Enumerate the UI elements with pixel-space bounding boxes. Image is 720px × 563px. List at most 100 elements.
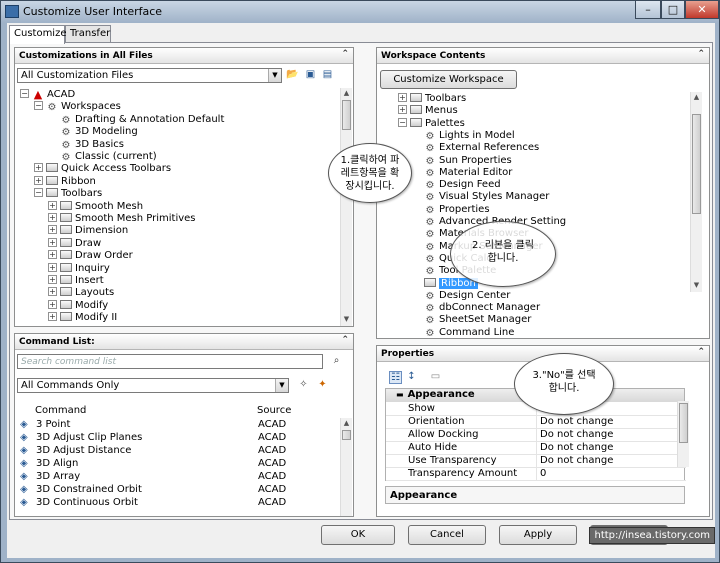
expand-icon[interactable]: + bbox=[34, 175, 43, 185]
tree-item[interactable]: ⚙ SheetSet Manager bbox=[412, 314, 532, 327]
tree-item[interactable]: + Smooth Mesh bbox=[48, 200, 143, 214]
customization-file-combo[interactable]: All Customization Files ▼ bbox=[17, 68, 282, 83]
scroll-up-icon[interactable]: ▲ bbox=[341, 418, 352, 429]
tree-item[interactable]: + Modify II bbox=[48, 312, 117, 325]
tab-transfer[interactable]: Transfer bbox=[65, 25, 111, 43]
tree-item[interactable]: ⚙ dbConnect Manager bbox=[412, 302, 541, 315]
tree-item[interactable]: ⚙ Visual Styles Manager bbox=[412, 191, 550, 204]
collapse-icon[interactable]: ⌃ bbox=[341, 49, 349, 59]
chevron-down-icon[interactable]: ▼ bbox=[275, 379, 288, 392]
expand-icon[interactable]: + bbox=[398, 105, 407, 115]
tree-item[interactable]: ⚙ Lights in Model bbox=[412, 130, 515, 143]
tree-item[interactable]: ⚙ Design Center bbox=[412, 290, 511, 303]
tree-item[interactable]: ⚙ 3D Basics bbox=[48, 139, 124, 152]
expand-icon[interactable]: + bbox=[48, 312, 57, 322]
expand-icon[interactable]: + bbox=[48, 262, 57, 272]
collapse-icon[interactable]: − bbox=[34, 188, 43, 198]
tab-customize[interactable]: Customize bbox=[9, 25, 67, 44]
alphabetical-icon[interactable]: ↕ bbox=[405, 371, 418, 384]
property-value[interactable]: Do not change bbox=[536, 442, 613, 455]
scroll-up-icon[interactable]: ▲ bbox=[691, 92, 702, 103]
tree-item[interactable]: − Palettes bbox=[398, 117, 465, 131]
expand-icon[interactable]: + bbox=[48, 287, 57, 297]
property-row[interactable]: Orientation Do not change bbox=[386, 416, 686, 429]
tree-item[interactable]: ⚙ Material Editor bbox=[412, 167, 513, 180]
search-command-input[interactable]: Search command list bbox=[17, 354, 323, 369]
expand-icon[interactable]: + bbox=[48, 225, 57, 235]
tree-item[interactable]: ⚙ Design Feed bbox=[412, 179, 501, 192]
preview-icon[interactable]: ▤ bbox=[321, 69, 334, 82]
open-file-icon[interactable]: 📂 bbox=[286, 69, 299, 82]
collapse-icon[interactable]: ⌃ bbox=[697, 49, 705, 59]
minimize-button[interactable]: – bbox=[635, 1, 661, 19]
scroll-thumb[interactable] bbox=[342, 430, 351, 440]
expand-icon[interactable]: + bbox=[48, 250, 57, 260]
tree-item[interactable]: ⚙ Classic (current) bbox=[48, 151, 157, 164]
search-icon[interactable]: ⌕ bbox=[330, 355, 343, 368]
tree-item[interactable]: + Layouts bbox=[48, 287, 114, 300]
title-bar[interactable]: Customize User Interface – □ ✕ bbox=[1, 1, 719, 23]
command-filter-combo[interactable]: All Commands Only ▼ bbox=[17, 378, 289, 393]
maximize-button[interactable]: □ bbox=[661, 1, 685, 19]
tree-item[interactable]: + Dimension bbox=[48, 225, 128, 238]
collapse-icon[interactable]: ⌃ bbox=[697, 347, 705, 357]
tree-item[interactable]: Ribbon bbox=[412, 277, 478, 291]
tree-item[interactable]: ⚙ 3D Modeling bbox=[48, 126, 138, 139]
tree-item[interactable]: + Inquiry bbox=[48, 262, 110, 276]
expand-icon[interactable]: + bbox=[48, 275, 57, 284]
list-item[interactable]: ◈ 3D Adjust Clip Planes ACAD bbox=[16, 432, 338, 445]
cancel-button[interactable]: Cancel bbox=[408, 525, 486, 545]
tree-item[interactable]: ⚙ External References bbox=[412, 142, 540, 155]
list-item[interactable]: ◈ 3D Constrained Orbit ACAD bbox=[16, 484, 338, 497]
workspace-scrollbar[interactable]: ▲ ▼ bbox=[690, 92, 702, 292]
property-row[interactable]: Allow Docking Do not change bbox=[386, 429, 686, 442]
property-row[interactable]: Transparency Amount 0 bbox=[386, 468, 686, 481]
collapse-icon[interactable]: − bbox=[20, 89, 29, 98]
tree-item[interactable]: + Draw bbox=[48, 237, 101, 251]
scroll-down-icon[interactable]: ▼ bbox=[341, 314, 352, 325]
column-command[interactable]: Command bbox=[35, 404, 86, 418]
tree-item[interactable]: ⚙ Sun Properties bbox=[412, 155, 512, 168]
save-icon[interactable]: ▣ bbox=[304, 69, 317, 82]
command-list-scrollbar[interactable]: ▲ bbox=[340, 418, 352, 516]
scroll-thumb[interactable] bbox=[679, 403, 688, 443]
customizations-scrollbar[interactable]: ▲ ▼ bbox=[340, 88, 352, 326]
expand-icon[interactable]: + bbox=[34, 163, 43, 173]
close-button[interactable]: ✕ bbox=[685, 1, 719, 19]
tree-item[interactable]: ⚙ Drafting & Annotation Default bbox=[48, 114, 225, 127]
list-item[interactable]: ◈ 3D Align ACAD bbox=[16, 458, 338, 471]
apply-button[interactable]: Apply bbox=[499, 525, 577, 545]
scroll-thumb[interactable] bbox=[342, 100, 351, 130]
expand-icon[interactable]: + bbox=[48, 299, 57, 309]
property-row[interactable]: Use Transparency Do not change bbox=[386, 455, 686, 468]
property-value[interactable]: Do not change bbox=[536, 429, 613, 442]
expand-icon[interactable]: + bbox=[48, 213, 57, 222]
tree-item[interactable]: + Menus bbox=[398, 105, 458, 118]
tree-item[interactable]: + Modify bbox=[48, 299, 108, 313]
column-source[interactable]: Source bbox=[257, 404, 291, 418]
customize-workspace-button[interactable]: Customize Workspace bbox=[380, 70, 517, 89]
collapse-icon[interactable]: ⌃ bbox=[341, 335, 349, 345]
tree-item[interactable]: ⚙ Properties bbox=[412, 204, 490, 217]
chevron-down-icon[interactable]: ▼ bbox=[268, 69, 281, 82]
expand-icon[interactable]: + bbox=[398, 93, 407, 102]
scroll-up-icon[interactable]: ▲ bbox=[341, 88, 352, 99]
property-value[interactable]: Do not change bbox=[536, 416, 613, 429]
categorized-icon[interactable]: ☷ bbox=[389, 371, 402, 384]
tree-item[interactable]: + Smooth Mesh Primitives bbox=[48, 213, 196, 226]
property-row[interactable]: Auto Hide Do not change bbox=[386, 442, 686, 455]
list-item[interactable]: ◈ 3D Array ACAD bbox=[16, 471, 338, 484]
properties-scrollbar[interactable] bbox=[677, 401, 689, 467]
tree-item[interactable]: − ▲ ACAD bbox=[20, 89, 75, 102]
tree-item[interactable]: + Draw Order bbox=[48, 250, 133, 263]
ok-button[interactable]: OK bbox=[321, 525, 395, 545]
scroll-down-icon[interactable]: ▼ bbox=[691, 280, 702, 291]
tree-item[interactable]: + Ribbon bbox=[34, 175, 96, 189]
find-command-icon[interactable]: ✧ bbox=[297, 379, 310, 392]
scroll-thumb[interactable] bbox=[692, 114, 701, 214]
collapse-icon[interactable]: − bbox=[34, 101, 43, 111]
property-value[interactable]: Do not change bbox=[536, 455, 613, 468]
new-command-icon[interactable]: ✦ bbox=[316, 379, 329, 392]
expand-icon[interactable]: + bbox=[48, 200, 57, 210]
tree-item[interactable]: − ⚙ Workspaces bbox=[34, 101, 121, 114]
